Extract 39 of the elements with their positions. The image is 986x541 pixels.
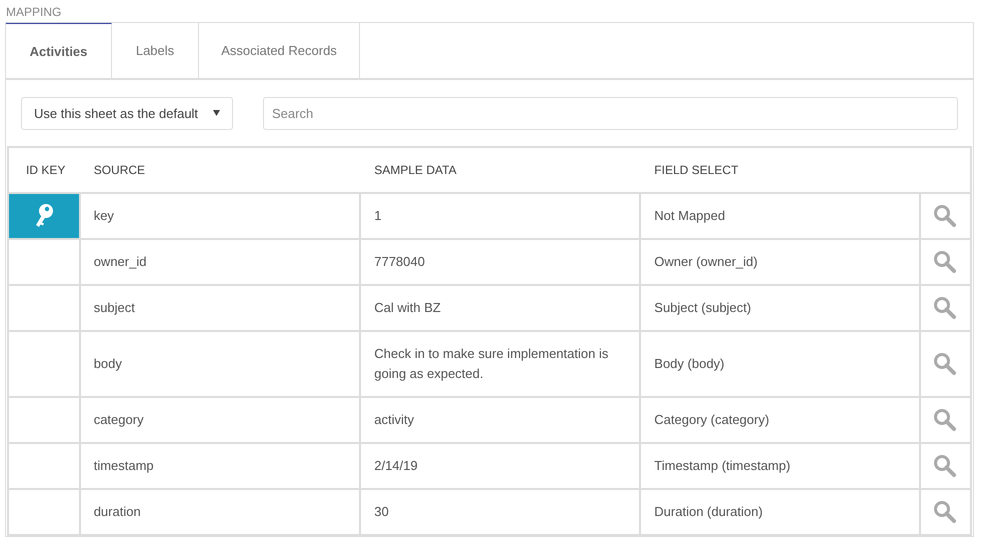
table-cell: Not Mapped: [654, 208, 726, 223]
search-icon[interactable]: [933, 296, 958, 320]
column-header: ID KEY: [26, 163, 66, 177]
search-icon[interactable]: [933, 352, 958, 376]
table-cell: Timestamp (timestamp): [654, 458, 790, 473]
table-cell-text: Check in to make sure implementation is going as expected.: [374, 345, 610, 383]
column-header: SAMPLE DATA: [374, 163, 456, 177]
tab[interactable]: Activities: [6, 23, 112, 78]
column-header: SOURCE: [94, 163, 146, 177]
caret-icon: [213, 110, 220, 116]
table-cell-text: activity: [374, 411, 414, 429]
table-cell: category: [94, 412, 144, 427]
search-field[interactable]: Search: [263, 96, 958, 130]
table-cell: duration: [94, 504, 141, 519]
search-icon[interactable]: [933, 250, 958, 274]
tab[interactable]: Labels: [112, 23, 199, 78]
table-cell-text: 2/14/19: [374, 457, 418, 475]
table-cell: Category (category): [654, 412, 770, 427]
table-cell: owner_id: [94, 254, 146, 269]
search-icon[interactable]: [933, 454, 958, 478]
table-cell: Body (body): [654, 356, 724, 371]
table-cell: key: [94, 208, 114, 223]
table-cell: body: [94, 356, 122, 371]
search-icon[interactable]: [933, 204, 958, 228]
sheet-dropdown[interactable]: Use this sheet as the default: [21, 96, 233, 130]
table-cell-text: 7778040: [374, 253, 425, 271]
table-cell: Duration (duration): [654, 504, 763, 519]
table-cell: Subject (subject): [654, 300, 752, 315]
search-icon[interactable]: [933, 408, 958, 432]
section-title: MAPPING: [5, 4, 62, 21]
table-cell: Owner (owner_id): [654, 254, 758, 269]
table-cell-text: Cal with BZ: [374, 299, 441, 317]
table-cell-text: 30: [374, 503, 389, 521]
search-icon[interactable]: [933, 500, 958, 524]
table-cell: timestamp: [94, 458, 154, 473]
table-cell: subject: [94, 300, 135, 315]
table-cell-text: 1: [374, 207, 382, 225]
tab[interactable]: Associated Records: [199, 23, 360, 78]
column-header: FIELD SELECT: [654, 163, 738, 177]
